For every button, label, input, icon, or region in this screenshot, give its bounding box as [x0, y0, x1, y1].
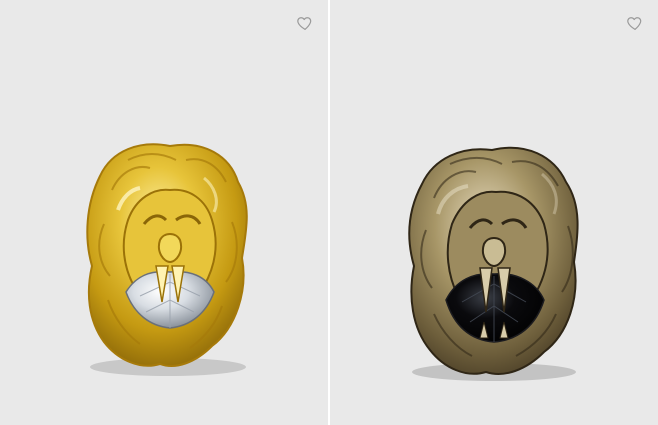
aged-lion-ring-image[interactable]	[330, 0, 658, 425]
product-card-gold-lion-ring[interactable]	[0, 0, 328, 425]
product-card-aged-lion-ring[interactable]	[330, 0, 658, 425]
product-grid	[0, 0, 658, 425]
gold-lion-ring-image[interactable]	[0, 0, 328, 425]
